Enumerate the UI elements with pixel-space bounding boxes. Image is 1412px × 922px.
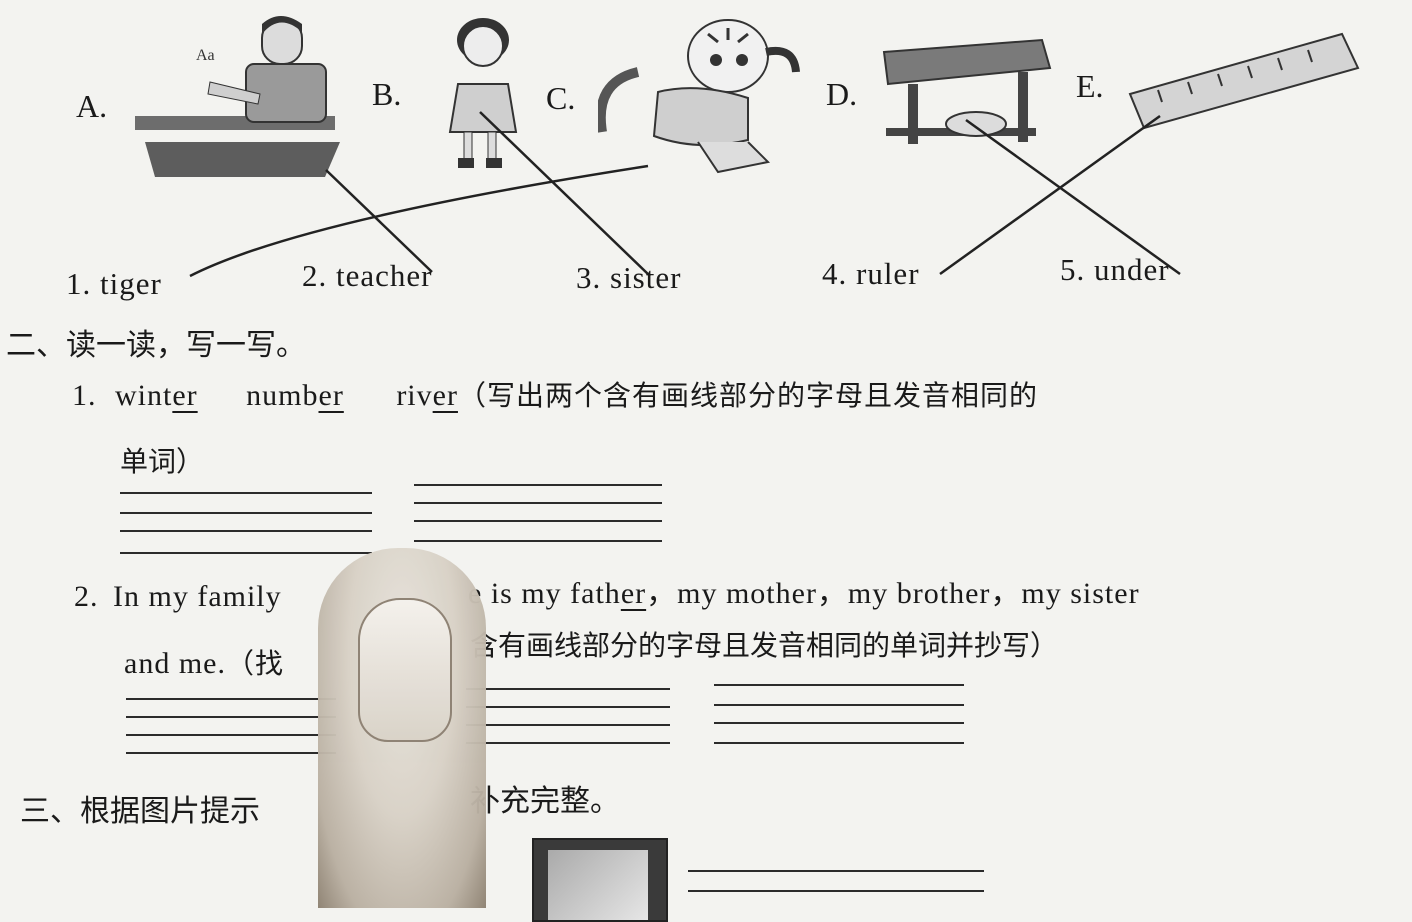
question-2-instruction: 含有画线部分的字母且发音相同的单词并抄写）	[470, 629, 1059, 662]
writing-line	[688, 870, 984, 872]
word-item: 4. ruler	[822, 256, 920, 291]
writing-line	[714, 722, 964, 724]
match-line-d-under	[965, 118, 1181, 276]
writing-line	[126, 752, 336, 754]
writing-line	[120, 552, 372, 554]
writing-line	[714, 684, 964, 686]
picture-icon	[548, 850, 648, 920]
section-3-heading-left: 三、根据图片提示	[20, 794, 260, 829]
writing-line	[126, 698, 336, 700]
word-winter: winter	[115, 379, 198, 412]
match-line-a-teacher	[325, 169, 433, 273]
writing-line	[120, 530, 372, 532]
writing-line	[126, 734, 336, 736]
writing-line	[466, 706, 670, 708]
section-3-heading-right: 补充完整。	[470, 784, 620, 819]
word-item: 2. teacher	[302, 258, 433, 293]
writing-line	[466, 724, 670, 726]
writing-line	[714, 742, 964, 744]
question-1-instruction: （写出两个含有画线部分的字母且发音相同的	[457, 379, 1038, 412]
writing-line	[414, 502, 662, 504]
question-number: 1.	[72, 379, 97, 412]
writing-line	[120, 492, 372, 494]
question-number: 2.	[74, 580, 99, 613]
thumbnail	[358, 598, 452, 742]
writing-line	[414, 484, 662, 486]
word-number: number	[246, 379, 344, 412]
writing-line	[120, 512, 372, 514]
writing-line	[466, 742, 670, 744]
writing-line	[688, 890, 984, 892]
match-line-b-sister	[479, 111, 651, 277]
writing-line	[414, 540, 662, 542]
question-2-text-left: 2. In my family	[74, 580, 282, 613]
thumb-occlusion	[318, 548, 486, 908]
picture-frame	[532, 838, 668, 922]
writing-line	[714, 704, 964, 706]
question-1-instruction-cont: 单词）	[120, 445, 205, 478]
writing-line	[466, 688, 670, 690]
question-2-text-right: e is my father，my mother，my brother，my s…	[468, 577, 1140, 610]
word-item: 1. tiger	[66, 266, 162, 301]
word-item: 5. under	[1060, 252, 1170, 287]
question-2-line-2-left: and me.（找	[124, 647, 284, 680]
writing-line	[126, 716, 336, 718]
match-line-e-ruler	[939, 114, 1161, 276]
question-1: 1. winter number river（写出两个含有画线部分的字母且发音相…	[72, 374, 1038, 414]
section-2-heading: 二、读一读，写一写。	[6, 328, 306, 363]
matching-lines	[189, 111, 1181, 278]
word-item: 3. sister	[576, 260, 682, 295]
word-river: river	[396, 379, 458, 412]
writing-line	[414, 520, 662, 522]
